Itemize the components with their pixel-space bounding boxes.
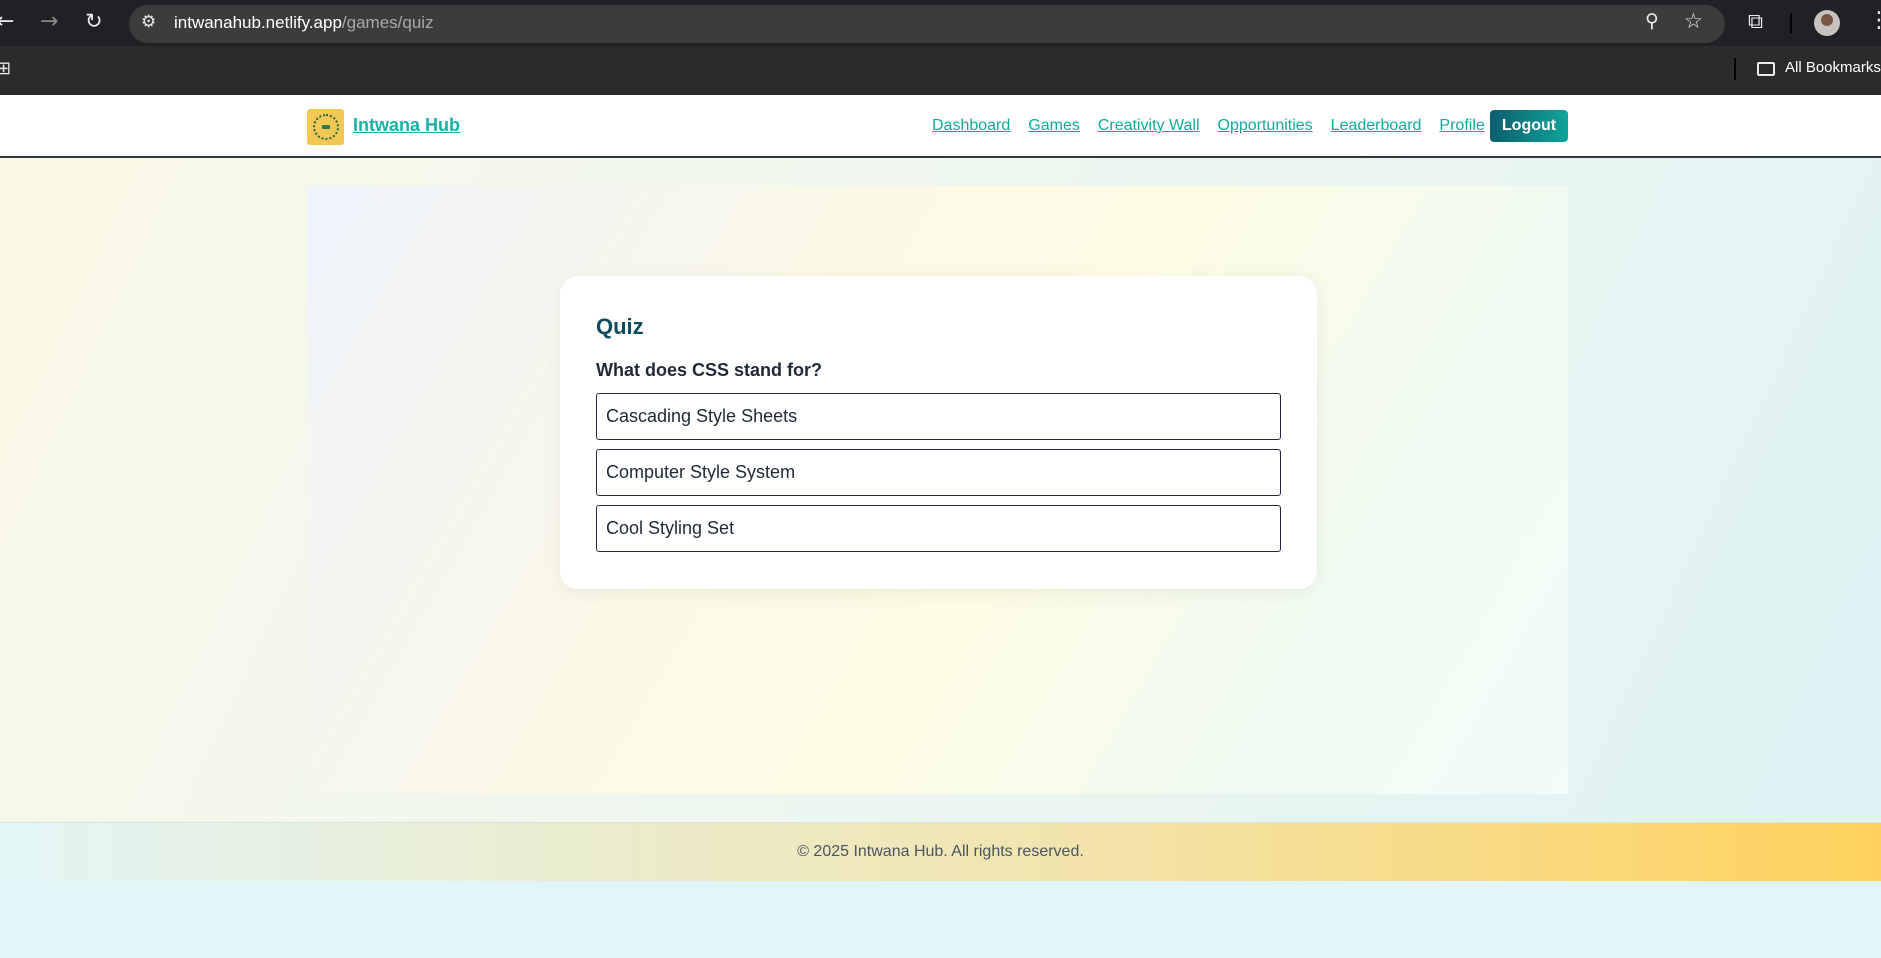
site-footer: © 2025 Intwana Hub. All rights reserved. xyxy=(0,822,1881,881)
zoom-icon[interactable]: ⚲ xyxy=(1645,12,1659,31)
more-icon[interactable]: ⋮ xyxy=(1868,10,1881,32)
avatar[interactable] xyxy=(1814,10,1840,36)
url-path: /games/quiz xyxy=(341,13,434,32)
nav-link-games[interactable]: Games xyxy=(1028,117,1080,135)
page-bottom-area xyxy=(0,881,1881,958)
logo-ring xyxy=(312,114,339,140)
brand-link[interactable]: Intwana Hub xyxy=(353,115,460,136)
forward-arrow-icon[interactable]: → xyxy=(40,11,58,33)
logo-mark xyxy=(321,125,330,129)
quiz-question: What does CSS stand for? xyxy=(596,360,823,380)
browser-toolbar: ← → ↻ ⚙ intwanahub.netlify.app/games/qui… xyxy=(0,0,1881,46)
quiz-card: Quiz What does CSS stand for? Cascading … xyxy=(560,276,1317,589)
site-navbar: Intwana Hub Dashboard Games Creativity W… xyxy=(0,95,1881,158)
nav-link-dashboard[interactable]: Dashboard xyxy=(932,117,1010,135)
nav-links: Dashboard Games Creativity Wall Opportun… xyxy=(932,117,1485,135)
extensions-icon[interactable]: ⧉ xyxy=(1748,11,1763,32)
url-host: intwanahub.netlify.app xyxy=(174,13,342,32)
site-settings-icon[interactable]: ⚙ xyxy=(141,14,156,31)
logo-icon[interactable] xyxy=(307,109,344,145)
toolbar-divider xyxy=(1790,13,1792,33)
nav-link-leaderboard[interactable]: Leaderboard xyxy=(1331,117,1422,135)
reload-icon[interactable]: ↻ xyxy=(85,11,103,32)
bookmarks-divider xyxy=(1734,58,1736,80)
url-text[interactable]: intwanahub.netlify.app/games/quiz xyxy=(174,13,434,33)
quiz-option-1[interactable]: Cascading Style Sheets xyxy=(596,393,1281,440)
nav-link-profile[interactable]: Profile xyxy=(1439,117,1484,135)
logout-button[interactable]: Logout xyxy=(1490,110,1568,142)
quiz-option-2[interactable]: Computer Style System xyxy=(596,449,1281,496)
star-icon[interactable]: ☆ xyxy=(1684,11,1703,32)
folder-icon xyxy=(1757,62,1775,76)
back-arrow-icon[interactable]: ← xyxy=(0,11,14,33)
quiz-option-3[interactable]: Cool Styling Set xyxy=(596,505,1281,552)
quiz-title: Quiz xyxy=(596,314,644,339)
all-bookmarks-label[interactable]: All Bookmarks xyxy=(1785,59,1881,76)
nav-link-creativity-wall[interactable]: Creativity Wall xyxy=(1098,117,1200,135)
apps-grid-icon[interactable]: ⊞ xyxy=(0,60,11,78)
footer-copyright: © 2025 Intwana Hub. All rights reserved. xyxy=(797,843,1084,860)
bookmarks-bar: ⊞ xyxy=(0,46,1881,95)
nav-link-opportunities[interactable]: Opportunities xyxy=(1218,117,1313,135)
